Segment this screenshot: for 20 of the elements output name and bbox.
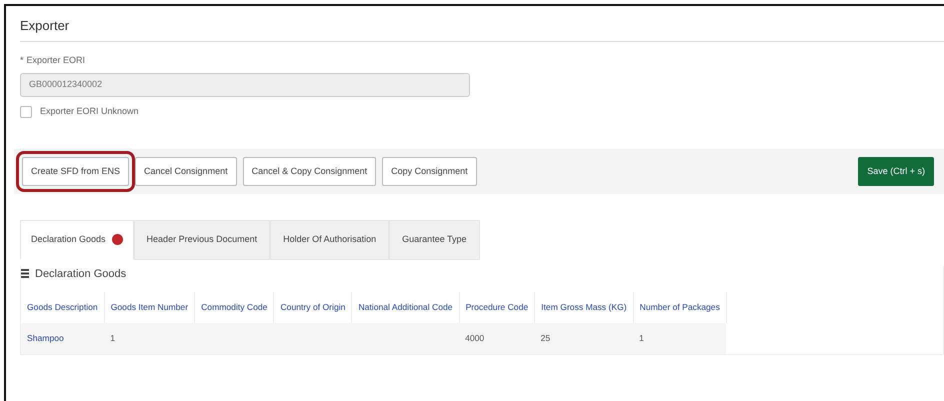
table-cell: 1 xyxy=(633,322,726,354)
panel-title: Declaration Goods xyxy=(35,266,126,282)
section-title: Exporter xyxy=(20,16,944,42)
table-link[interactable]: Shampoo xyxy=(21,322,104,354)
tab[interactable]: Header Previous Document xyxy=(134,220,270,260)
save-button[interactable]: Save (Ctrl + s) xyxy=(858,156,934,186)
table-cell: 4000 xyxy=(459,322,535,354)
checkbox[interactable] xyxy=(20,106,32,118)
checkbox-label: Exporter EORI Unknown xyxy=(40,105,139,118)
tab[interactable]: Holder Of Authorisation xyxy=(270,220,390,260)
action-button[interactable]: Copy Consignment xyxy=(382,156,477,186)
required-mark: * xyxy=(20,54,24,64)
tab[interactable]: Guarantee Type xyxy=(389,220,480,260)
tab[interactable]: Declaration Goods xyxy=(20,220,134,260)
table-cell: 25 xyxy=(534,322,634,354)
action-button[interactable]: Cancel Consignment xyxy=(135,156,237,186)
field-label: Exporter EORI xyxy=(26,54,86,64)
table-cell: 1 xyxy=(104,322,195,354)
list-icon xyxy=(21,269,29,278)
action-button[interactable]: Cancel & Copy Consignment xyxy=(242,156,376,186)
